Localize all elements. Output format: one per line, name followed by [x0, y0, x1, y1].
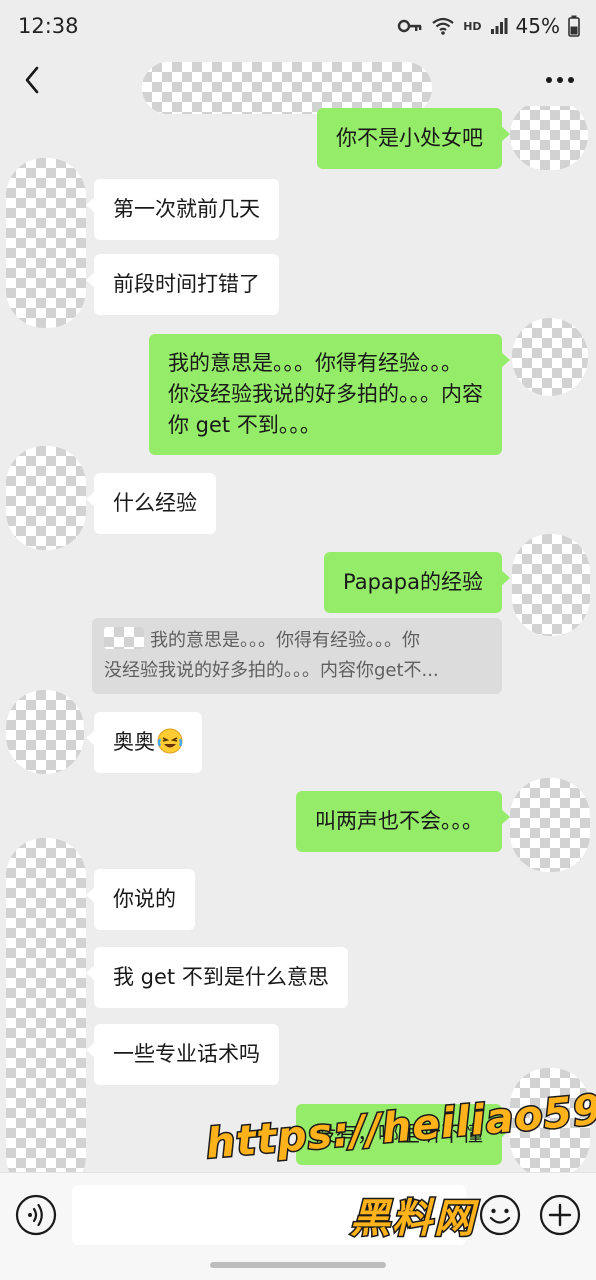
incoming-message[interactable]: 什么经验 [86, 473, 216, 534]
add-icon [539, 1194, 581, 1236]
contact-avatar[interactable] [6, 838, 86, 1172]
quote-line: 我的意思是。。。你得有经验。。。你 [104, 626, 490, 656]
own-avatar[interactable] [512, 534, 590, 636]
incoming-message[interactable]: 奥奥 [86, 712, 202, 773]
status-time: 12:38 [18, 14, 79, 38]
message-text: 一些专业话术吗 [113, 1042, 260, 1066]
contact-avatar[interactable] [6, 446, 86, 550]
laughing-crying-emoji-icon [157, 728, 183, 754]
status-icons: HD 45% [397, 14, 580, 38]
contact-avatar[interactable] [6, 158, 86, 328]
message-text: 叫两声也不会。。。 [315, 809, 483, 833]
incoming-message[interactable]: 我 get 不到是什么意思 [86, 947, 348, 1008]
emoji-icon [479, 1194, 521, 1236]
message-text: 你说的 [113, 887, 176, 911]
key-icon [398, 19, 422, 33]
contact-avatar[interactable] [6, 690, 84, 774]
home-indicator[interactable] [210, 1262, 386, 1268]
message-text: 我的意思是。。。你得有经验。。。 [168, 351, 462, 375]
message-text: 我 get 不到是什么意思 [113, 965, 329, 989]
add-button[interactable] [538, 1193, 582, 1237]
incoming-message[interactable]: 第一次就前几天 [86, 179, 279, 240]
chevron-left-icon [25, 66, 39, 94]
outgoing-message[interactable]: 我的意思是。。。你得有经验。。。 你没经验我说的好多拍的。。。内容 你 get … [149, 334, 510, 455]
chat-screen: 12:38 HD 45% 你不是小处女吧 第一次就前几天 前段时间打错了 我的意… [0, 0, 596, 1280]
voice-icon [15, 1194, 57, 1236]
message-text: 什么经验 [113, 491, 197, 515]
outgoing-message[interactable]: Papapa的经验 [324, 552, 510, 613]
message-text: 第一次就前几天 [113, 197, 260, 221]
message-text: Papapa的经验 [343, 570, 483, 594]
more-dots-icon [546, 77, 574, 83]
message-text: 前段时间打错了 [113, 272, 260, 296]
more-button[interactable] [540, 62, 580, 98]
message-text: 奥奥 [113, 730, 155, 754]
back-button[interactable] [14, 62, 50, 98]
message-text: 你不是小处女吧 [336, 126, 483, 150]
own-avatar[interactable] [510, 106, 588, 170]
wifi-icon [432, 17, 454, 35]
own-avatar[interactable] [510, 778, 590, 872]
message-text: 你 get 不到。。。 [168, 413, 321, 437]
watermark-name: 黑料网 [349, 1195, 476, 1244]
quote-author-redacted [104, 627, 144, 649]
outgoing-message[interactable]: 叫两声也不会。。。 [296, 791, 510, 852]
status-bar: 12:38 HD 45% [0, 0, 596, 54]
emoji-button[interactable] [478, 1193, 522, 1237]
message-text: 你没经验我说的好多拍的。。。内容 [168, 382, 483, 406]
battery-icon [568, 15, 580, 37]
incoming-message[interactable]: 一些专业话术吗 [86, 1024, 279, 1085]
voice-button[interactable] [14, 1193, 58, 1237]
quote-line: 没经验我说的好多拍的。。。内容你get不... [104, 660, 439, 681]
outgoing-message[interactable]: 你不是小处女吧 [317, 108, 510, 169]
network-type-label: HD [463, 19, 482, 33]
battery-percent: 45% [515, 14, 560, 38]
own-avatar[interactable] [512, 318, 588, 396]
incoming-message[interactable]: 你说的 [86, 869, 195, 930]
quoted-message[interactable]: 我的意思是。。。你得有经验。。。你 没经验我说的好多拍的。。。内容你get不..… [92, 618, 502, 694]
message-list[interactable]: 你不是小处女吧 第一次就前几天 前段时间打错了 我的意思是。。。你得有经验。。。… [0, 106, 596, 1172]
incoming-message[interactable]: 前段时间打错了 [86, 254, 279, 315]
signal-icon [490, 18, 508, 34]
